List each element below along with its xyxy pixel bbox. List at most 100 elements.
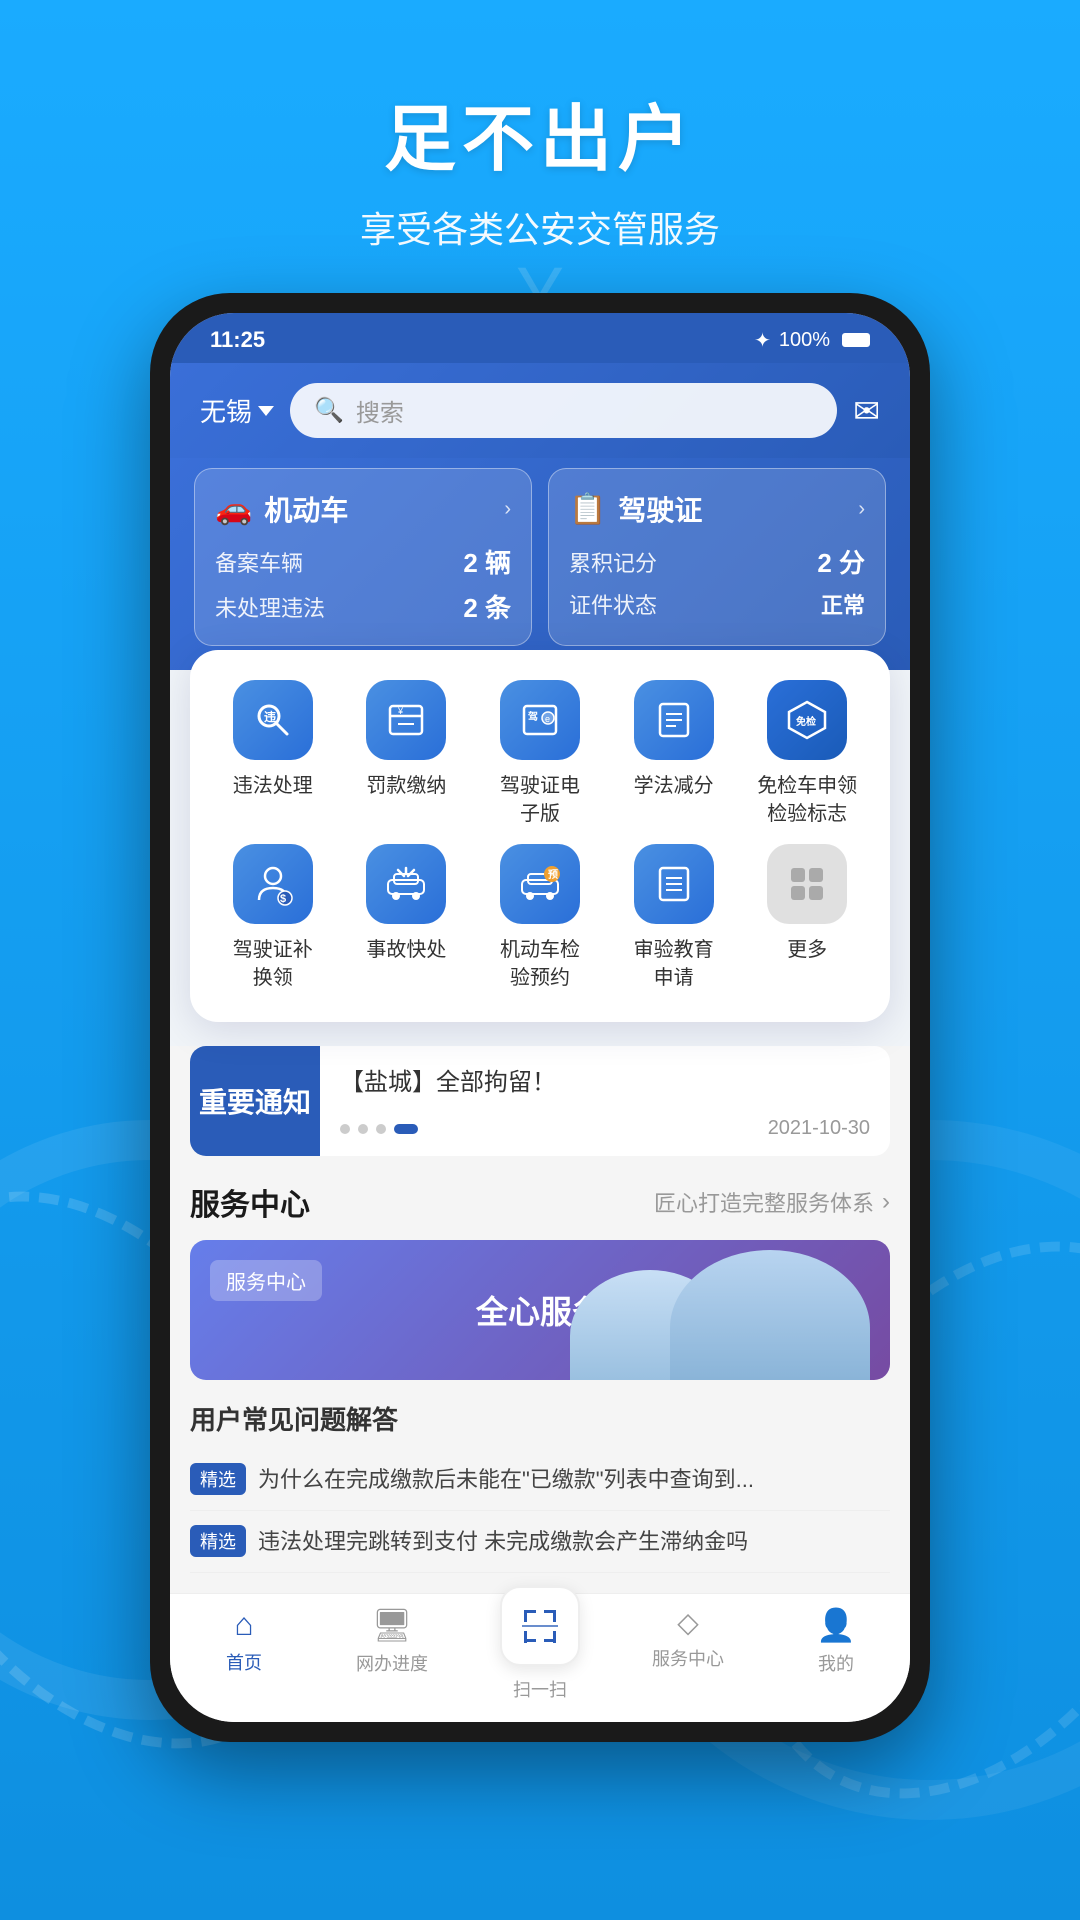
svg-text:免检: 免检 [796, 715, 816, 728]
search-placeholder: 搜索 [356, 393, 404, 428]
study-icon-wrap [634, 680, 714, 760]
license-status-label: 证件状态 [569, 588, 657, 620]
home-label: 首页 [226, 1649, 262, 1675]
city-selector[interactable]: 无锡 [200, 392, 274, 429]
status-icons: ✦ 100% [754, 328, 870, 353]
phone-outer: 11:25 ✦ 100% 无锡 🔍 搜索 [150, 293, 930, 1742]
service-center-icon: ◇ [677, 1606, 699, 1639]
accident-svg-icon [384, 862, 428, 906]
exempt-icon-wrap: 免检 [767, 680, 847, 760]
mail-icon[interactable]: ✉ [853, 392, 880, 430]
service-study[interactable]: 学法减分 [611, 680, 737, 828]
service-center-image[interactable]: 服务中心 全心服务 [190, 1240, 890, 1380]
sc-label-wrap: 服务中心 [210, 1260, 322, 1301]
service-inspect[interactable]: 预 机动车检验预约 [477, 844, 603, 992]
edriver-label: 驾驶证电子版 [500, 772, 580, 828]
notice-badge: 重要通知 [190, 1046, 320, 1156]
status-bar: 11:25 ✦ 100% [170, 313, 910, 363]
faq-item-2[interactable]: 精选 违法处理完跳转到支付 未完成缴款会产生滞纳金吗 [190, 1511, 890, 1573]
svg-text:预: 预 [548, 869, 558, 881]
notice-bottom: 2021-10-30 [340, 1117, 870, 1140]
audit-svg-icon [652, 862, 696, 906]
faq-title: 用户常见问题解答 [190, 1400, 890, 1437]
services-card: 违 违法处理 [190, 650, 890, 1022]
svg-text:$: $ [280, 893, 286, 905]
mine-label: 我的 [818, 1650, 854, 1676]
accident-icon-wrap [366, 844, 446, 924]
inspect-svg-icon: 预 [518, 862, 562, 906]
registered-value: 2 辆 [463, 543, 511, 580]
exempt-svg-icon: 免检 [785, 698, 829, 742]
service-fine[interactable]: ¥ 罚款缴纳 [344, 680, 470, 828]
battery-text: 100% [779, 329, 830, 352]
violation-svg-icon: 违 [251, 698, 295, 742]
hero-subtitle: 享受各类公安交管服务 [360, 201, 720, 253]
fine-label: 罚款缴纳 [366, 772, 446, 800]
fine-icon-wrap: ¥ [366, 680, 446, 760]
more-icon-wrap [767, 844, 847, 924]
faq-item-1[interactable]: 精选 为什么在完成缴款后未能在"已缴款"列表中查询到... [190, 1449, 890, 1511]
violation-label: 违法处理 [233, 772, 313, 800]
bottom-nav: ⌂ 首页 🖥 网办进度 [170, 1593, 910, 1722]
violations-label: 未处理违法 [215, 591, 325, 623]
svg-text:¥: ¥ [397, 706, 404, 716]
service-violation[interactable]: 违 违法处理 [210, 680, 336, 828]
license-status-row: 证件状态 正常 [569, 588, 865, 620]
nav-progress[interactable]: 🖥 网办进度 [318, 1606, 466, 1702]
card-header-motor: 🚗 机动车 › [215, 489, 511, 529]
scan-button[interactable] [500, 1586, 580, 1666]
service-center-header: 服务中心 匠心打造完整服务体系 › [190, 1180, 890, 1224]
renew-label: 驾驶证补换领 [233, 936, 313, 992]
service-exempt[interactable]: 免检 免检车申领检验标志 [744, 680, 870, 828]
home-icon: ⌂ [234, 1606, 253, 1643]
service-edriver[interactable]: 驾 e 驾驶证电子版 [477, 680, 603, 828]
card-title-motor: 🚗 机动车 [215, 489, 348, 529]
nav-mine[interactable]: 👤 我的 [762, 1606, 910, 1702]
scan-icon [520, 1606, 560, 1646]
person-silhouette-1 [670, 1250, 870, 1380]
service-accident[interactable]: 事故快处 [344, 844, 470, 992]
license-status-value: 正常 [821, 588, 865, 620]
city-name: 无锡 [200, 392, 252, 429]
notice-text: 【盐城】全部拘留！ [340, 1062, 870, 1097]
motor-title: 机动车 [264, 489, 348, 529]
svg-text:e: e [545, 714, 550, 724]
progress-label: 网办进度 [356, 1650, 428, 1676]
battery-icon [842, 333, 870, 347]
card-title-license: 📋 驾驶证 [569, 489, 702, 529]
motor-vehicle-card[interactable]: 🚗 机动车 › 备案车辆 2 辆 未处理违法 2 条 [194, 468, 532, 646]
faq-text-2: 违法处理完跳转到支付 未完成缴款会产生滞纳金吗 [258, 1525, 748, 1558]
edriver-icon-wrap: 驾 e [500, 680, 580, 760]
audit-icon-wrap [634, 844, 714, 924]
accident-label: 事故快处 [366, 936, 446, 964]
nav-service-center[interactable]: ◇ 服务中心 [614, 1606, 762, 1702]
driver-license-card[interactable]: 📋 驾驶证 › 累积记分 2 分 证件状态 正常 [548, 468, 886, 646]
service-renew[interactable]: $ 驾驶证补换领 [210, 844, 336, 992]
svg-text:违: 违 [264, 709, 276, 724]
svg-text:驾: 驾 [527, 710, 538, 723]
faq-badge-1: 精选 [190, 1463, 246, 1495]
sc-badge-label: 服务中心 [226, 1272, 306, 1294]
renew-icon-wrap: $ [233, 844, 313, 924]
audit-label: 审验教育申请 [634, 936, 714, 992]
service-audit[interactable]: 审验教育申请 [611, 844, 737, 992]
dot-3 [376, 1124, 386, 1134]
registered-label: 备案车辆 [215, 546, 303, 578]
violations-row: 未处理违法 2 条 [215, 588, 511, 625]
points-value: 2 分 [817, 543, 865, 580]
phone-inner: 11:25 ✦ 100% 无锡 🔍 搜索 [170, 313, 910, 1722]
nav-scan[interactable]: 扫一扫 [466, 1606, 614, 1702]
service-more[interactable]: 更多 [744, 844, 870, 992]
hero-section: 足不出户 享受各类公安交管服务 [360, 0, 720, 253]
mine-icon: 👤 [816, 1606, 856, 1644]
notice-banner[interactable]: 重要通知 【盐城】全部拘留！ 2021 [190, 1046, 890, 1156]
hero-title: 足不出户 [360, 80, 720, 185]
service-center-nav-label: 服务中心 [652, 1645, 724, 1671]
search-bar[interactable]: 🔍 搜索 [290, 383, 837, 438]
notice-content: 【盐城】全部拘留！ 2021-10-30 [320, 1046, 890, 1156]
points-label: 累积记分 [569, 546, 657, 578]
service-center-title: 服务中心 [190, 1180, 310, 1224]
nav-home[interactable]: ⌂ 首页 [170, 1606, 318, 1702]
renew-svg-icon: $ [251, 862, 295, 906]
service-center-subtitle-wrap[interactable]: 匠心打造完整服务体系 › [654, 1186, 890, 1218]
